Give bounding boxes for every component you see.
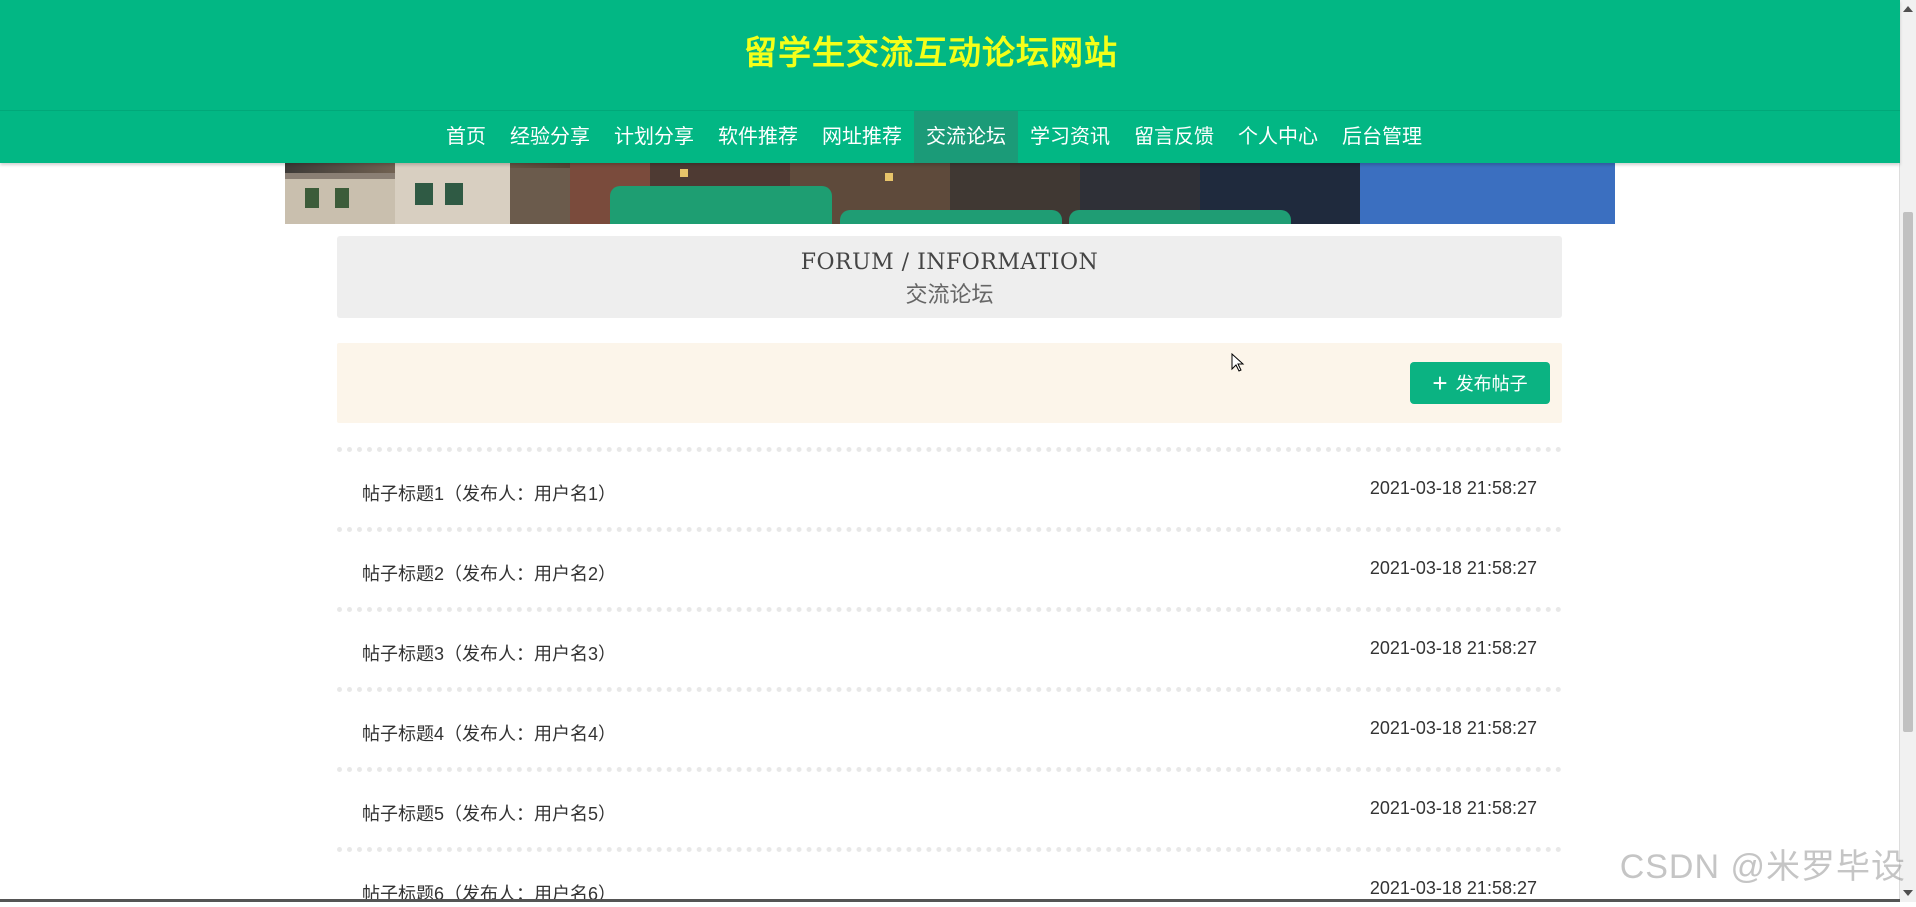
post-row[interactable]: 帖子标题3（发布人：用户名3） 2021-03-18 21:58:27 (337, 607, 1562, 687)
post-title[interactable]: 帖子标题3（发布人：用户名3） (362, 640, 616, 666)
nav-item-news[interactable]: 学习资讯 (1018, 111, 1122, 163)
post-list: 帖子标题1（发布人：用户名1） 2021-03-18 21:58:27 帖子标题… (337, 447, 1562, 907)
site-header: 留学生交流互动论坛网站 首页 经验分享 计划分享 软件推荐 网址推荐 交流论坛 … (0, 0, 1900, 163)
post-row[interactable]: 帖子标题1（发布人：用户名1） 2021-03-18 21:58:27 (337, 447, 1562, 527)
post-title[interactable]: 帖子标题6（发布人：用户名6） (362, 880, 616, 906)
publish-post-label: 发布帖子 (1455, 374, 1528, 394)
site-title: 留学生交流互动论坛网站 (744, 34, 1118, 71)
section-title-en: FORUM / INFORMATION (800, 250, 1099, 275)
vertical-scrollbar[interactable] (1899, 0, 1916, 902)
section-heading: FORUM / INFORMATION 交流论坛 (337, 236, 1562, 318)
post-time: 2021-03-18 21:58:27 (1369, 638, 1537, 658)
banner-tab-1 (610, 186, 832, 224)
post-time: 2021-03-18 21:58:27 (1369, 718, 1537, 738)
nav-item-forum[interactable]: 交流论坛 (914, 111, 1018, 163)
banner-image (285, 163, 1615, 224)
scroll-down-icon[interactable] (1903, 890, 1913, 896)
nav-item-feedback[interactable]: 留言反馈 (1122, 111, 1226, 163)
scroll-thumb[interactable] (1903, 212, 1913, 732)
csdn-watermark: CSDN @米罗毕设 (1619, 848, 1906, 886)
nav-item-profile[interactable]: 个人中心 (1226, 111, 1330, 163)
scroll-up-icon[interactable] (1903, 6, 1913, 12)
nav-item-admin[interactable]: 后台管理 (1330, 111, 1434, 163)
post-time: 2021-03-18 21:58:27 (1369, 798, 1537, 818)
post-row[interactable]: 帖子标题2（发布人：用户名2） 2021-03-18 21:58:27 (337, 527, 1562, 607)
forum-toolbar: + 发布帖子 (337, 343, 1562, 423)
banner-tab-2 (840, 210, 1062, 224)
post-row[interactable]: 帖子标题5（发布人：用户名5） 2021-03-18 21:58:27 (337, 767, 1562, 847)
publish-post-button[interactable]: + 发布帖子 (1410, 362, 1550, 404)
post-title[interactable]: 帖子标题1（发布人：用户名1） (362, 480, 616, 506)
nav-item-home[interactable]: 首页 (434, 111, 498, 163)
post-time: 2021-03-18 21:58:27 (1369, 878, 1537, 898)
post-title[interactable]: 帖子标题4（发布人：用户名4） (362, 720, 616, 746)
plus-icon: + (1432, 368, 1448, 398)
nav-item-experience[interactable]: 经验分享 (498, 111, 602, 163)
banner-tab-3 (1069, 210, 1291, 224)
post-row[interactable]: 帖子标题6（发布人：用户名6） 2021-03-18 21:58:27 (337, 847, 1562, 907)
section-title-cn: 交流论坛 (905, 283, 994, 308)
post-title[interactable]: 帖子标题2（发布人：用户名2） (362, 560, 616, 586)
post-time: 2021-03-18 21:58:27 (1369, 558, 1537, 578)
nav-item-plans[interactable]: 计划分享 (602, 111, 706, 163)
nav-item-websites[interactable]: 网址推荐 (810, 111, 914, 163)
post-title[interactable]: 帖子标题5（发布人：用户名5） (362, 800, 616, 826)
main-nav: 首页 经验分享 计划分享 软件推荐 网址推荐 交流论坛 学习资讯 留言反馈 个人… (0, 111, 1900, 163)
post-row[interactable]: 帖子标题4（发布人：用户名4） 2021-03-18 21:58:27 (337, 687, 1562, 767)
mouse-cursor-icon (1231, 353, 1245, 372)
post-time: 2021-03-18 21:58:27 (1369, 478, 1537, 498)
nav-item-software[interactable]: 软件推荐 (706, 111, 810, 163)
